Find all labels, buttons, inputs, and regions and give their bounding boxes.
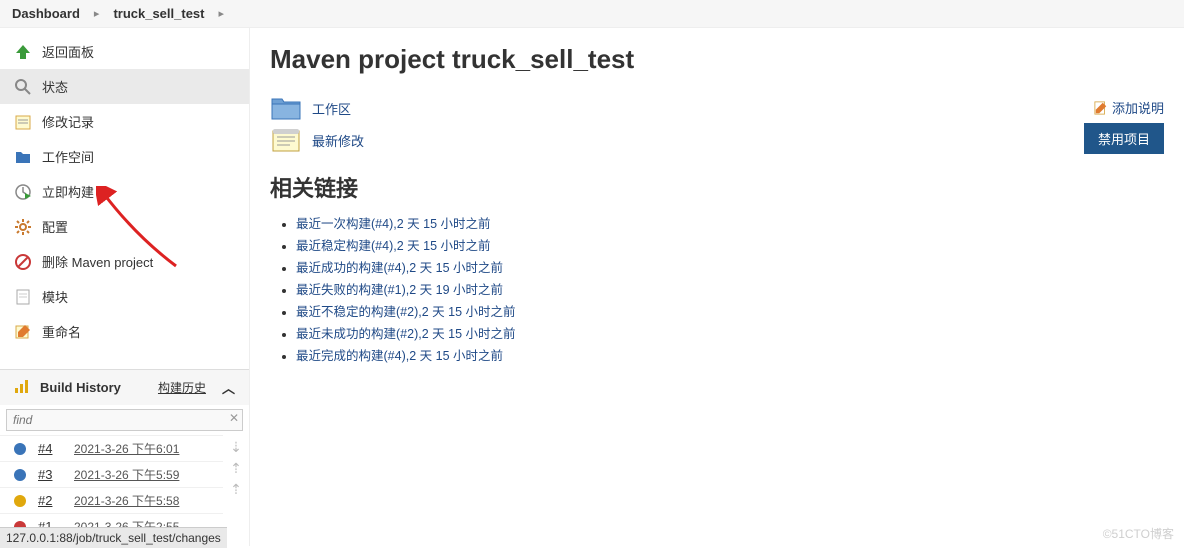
sidebar-item-label: 状态 xyxy=(42,77,68,96)
sidebar-item-8[interactable]: 重命名 xyxy=(0,314,249,349)
recent-changes-link[interactable]: 最新修改 xyxy=(312,131,364,150)
related-link-item: 最近一次构建(#4),2 天 15 小时之前 xyxy=(296,213,1164,232)
folder-icon xyxy=(14,148,32,166)
build-history-search: ✕ xyxy=(6,409,243,431)
related-link-meta: (#4),2 天 15 小时之前 xyxy=(371,217,490,231)
up-arrow-icon xyxy=(14,43,32,61)
status-ball-icon xyxy=(14,443,26,455)
breadcrumb-project[interactable]: truck_sell_test xyxy=(113,6,204,21)
workspace-link-row: 工作区 xyxy=(270,95,1164,121)
status-ball-icon xyxy=(14,469,26,481)
recent-changes-row: 最新修改 xyxy=(270,127,1164,153)
build-history-list: #4 2021-3-26 下午6:01 #3 2021-3-26 下午5:59 #2 20… xyxy=(0,435,223,539)
build-date-link[interactable]: 2021-3-26 下午6:01 xyxy=(74,440,179,457)
page-title: Maven project truck_sell_test xyxy=(270,44,1164,75)
build-history-side-arrows: ⇣ ⇡ ⇡ xyxy=(223,435,249,539)
no-entry-icon xyxy=(14,253,32,271)
build-number-link[interactable]: #4 xyxy=(38,441,62,456)
sidebar-item-label: 删除 Maven project xyxy=(42,252,153,271)
sidebar-item-1[interactable]: 状态 xyxy=(0,69,249,104)
build-history-row[interactable]: #4 2021-3-26 下午6:01 xyxy=(0,435,223,461)
add-description-link[interactable]: 添加说明 xyxy=(1084,98,1164,117)
related-link[interactable]: 最近稳定构建 xyxy=(296,239,371,253)
status-bar: 127.0.0.1:88/job/truck_sell_test/changes xyxy=(0,527,227,548)
related-link-meta: (#4),2 天 15 小时之前 xyxy=(384,349,503,363)
build-number-link[interactable]: #2 xyxy=(38,493,62,508)
breadcrumb-dashboard[interactable]: Dashboard xyxy=(12,6,80,21)
sidebar-item-0[interactable]: 返回面板 xyxy=(0,34,249,69)
timeline-icon xyxy=(14,378,30,397)
related-link-item: 最近稳定构建(#4),2 天 15 小时之前 xyxy=(296,235,1164,254)
gear-icon xyxy=(14,218,32,236)
related-link[interactable]: 最近失败的构建 xyxy=(296,283,384,297)
sidebar-item-label: 模块 xyxy=(42,287,68,306)
magnifier-icon xyxy=(14,78,32,96)
workspace-link[interactable]: 工作区 xyxy=(312,99,351,118)
related-link-meta: (#2),2 天 15 小时之前 xyxy=(396,305,515,319)
add-description-label: 添加说明 xyxy=(1112,98,1164,117)
sidebar-item-5[interactable]: 配置 xyxy=(0,209,249,244)
notepad-icon xyxy=(270,127,302,153)
sidebar-item-4[interactable]: 立即构建 xyxy=(0,174,249,209)
breadcrumb: Dashboard ▸ truck_sell_test ▸ xyxy=(0,0,1184,28)
build-history-search-input[interactable] xyxy=(6,409,243,431)
rename-icon xyxy=(14,323,32,341)
sidebar-item-label: 工作空间 xyxy=(42,147,94,166)
sidebar-item-label: 重命名 xyxy=(42,322,81,341)
sidebar-item-6[interactable]: 删除 Maven project xyxy=(0,244,249,279)
related-links-list: 最近一次构建(#4),2 天 15 小时之前最近稳定构建(#4),2 天 15 … xyxy=(296,213,1164,364)
sidebar-item-3[interactable]: 工作空间 xyxy=(0,139,249,174)
main-content: Maven project truck_sell_test 添加说明 禁用项目 … xyxy=(250,28,1184,546)
status-ball-icon xyxy=(14,495,26,507)
related-link-meta: (#4),2 天 15 小时之前 xyxy=(371,239,490,253)
related-link-item: 最近不稳定的构建(#2),2 天 15 小时之前 xyxy=(296,301,1164,320)
sidebar-tasks: 返回面板状态修改记录工作空间立即构建配置删除 Maven project 模块重命… xyxy=(0,28,249,349)
notepad-icon xyxy=(14,113,32,131)
related-link-item: 最近失败的构建(#1),2 天 19 小时之前 xyxy=(296,279,1164,298)
related-link-item: 最近成功的构建(#4),2 天 15 小时之前 xyxy=(296,257,1164,276)
sidebar: 返回面板状态修改记录工作空间立即构建配置删除 Maven project 模块重命… xyxy=(0,28,250,546)
sidebar-item-label: 配置 xyxy=(42,217,68,236)
clear-search-icon[interactable]: ✕ xyxy=(229,411,239,425)
sidebar-item-7[interactable]: 模块 xyxy=(0,279,249,314)
arrow-down-icon[interactable]: ⇣ xyxy=(230,439,242,456)
folder-icon xyxy=(270,95,302,121)
chevron-up-icon[interactable]: ︿ xyxy=(222,378,235,397)
related-links-header: 相关链接 xyxy=(270,171,1164,203)
sidebar-item-2[interactable]: 修改记录 xyxy=(0,104,249,139)
top-actions: 添加说明 禁用项目 xyxy=(1084,98,1164,154)
related-link[interactable]: 最近不稳定的构建 xyxy=(296,305,396,319)
build-history-header: Build History 构建历史 ︿ xyxy=(0,369,249,405)
related-link[interactable]: 最近成功的构建 xyxy=(296,261,384,275)
sidebar-item-label: 返回面板 xyxy=(42,42,94,61)
build-number-link[interactable]: #3 xyxy=(38,467,62,482)
related-link[interactable]: 最近一次构建 xyxy=(296,217,371,231)
chevron-right-icon: ▸ xyxy=(219,7,225,20)
arrow-up-icon[interactable]: ⇡ xyxy=(230,460,242,477)
chevron-right-icon: ▸ xyxy=(94,7,100,20)
related-link[interactable]: 最近完成的构建 xyxy=(296,349,384,363)
related-link-meta: (#2),2 天 15 小时之前 xyxy=(396,327,515,341)
pencil-icon xyxy=(1094,101,1108,115)
arrow-up-icon[interactable]: ⇡ xyxy=(230,481,242,498)
build-history-row[interactable]: #2 2021-3-26 下午5:58 xyxy=(0,487,223,513)
build-date-link[interactable]: 2021-3-26 下午5:58 xyxy=(74,492,179,509)
disable-project-button[interactable]: 禁用项目 xyxy=(1084,123,1164,154)
sidebar-item-label: 修改记录 xyxy=(42,112,94,131)
related-link-meta: (#4),2 天 15 小时之前 xyxy=(384,261,503,275)
build-history-title: Build History xyxy=(40,380,148,395)
related-link-meta: (#1),2 天 19 小时之前 xyxy=(384,283,503,297)
related-link-item: 最近未成功的构建(#2),2 天 15 小时之前 xyxy=(296,323,1164,342)
related-link-item: 最近完成的构建(#4),2 天 15 小时之前 xyxy=(296,345,1164,364)
clock-play-icon xyxy=(14,183,32,201)
sidebar-item-label: 立即构建 xyxy=(42,182,94,201)
doc-icon xyxy=(14,288,32,306)
build-history-row[interactable]: #3 2021-3-26 下午5:59 xyxy=(0,461,223,487)
build-date-link[interactable]: 2021-3-26 下午5:59 xyxy=(74,466,179,483)
related-link[interactable]: 最近未成功的构建 xyxy=(296,327,396,341)
build-history-trend-link[interactable]: 构建历史 xyxy=(158,379,206,396)
